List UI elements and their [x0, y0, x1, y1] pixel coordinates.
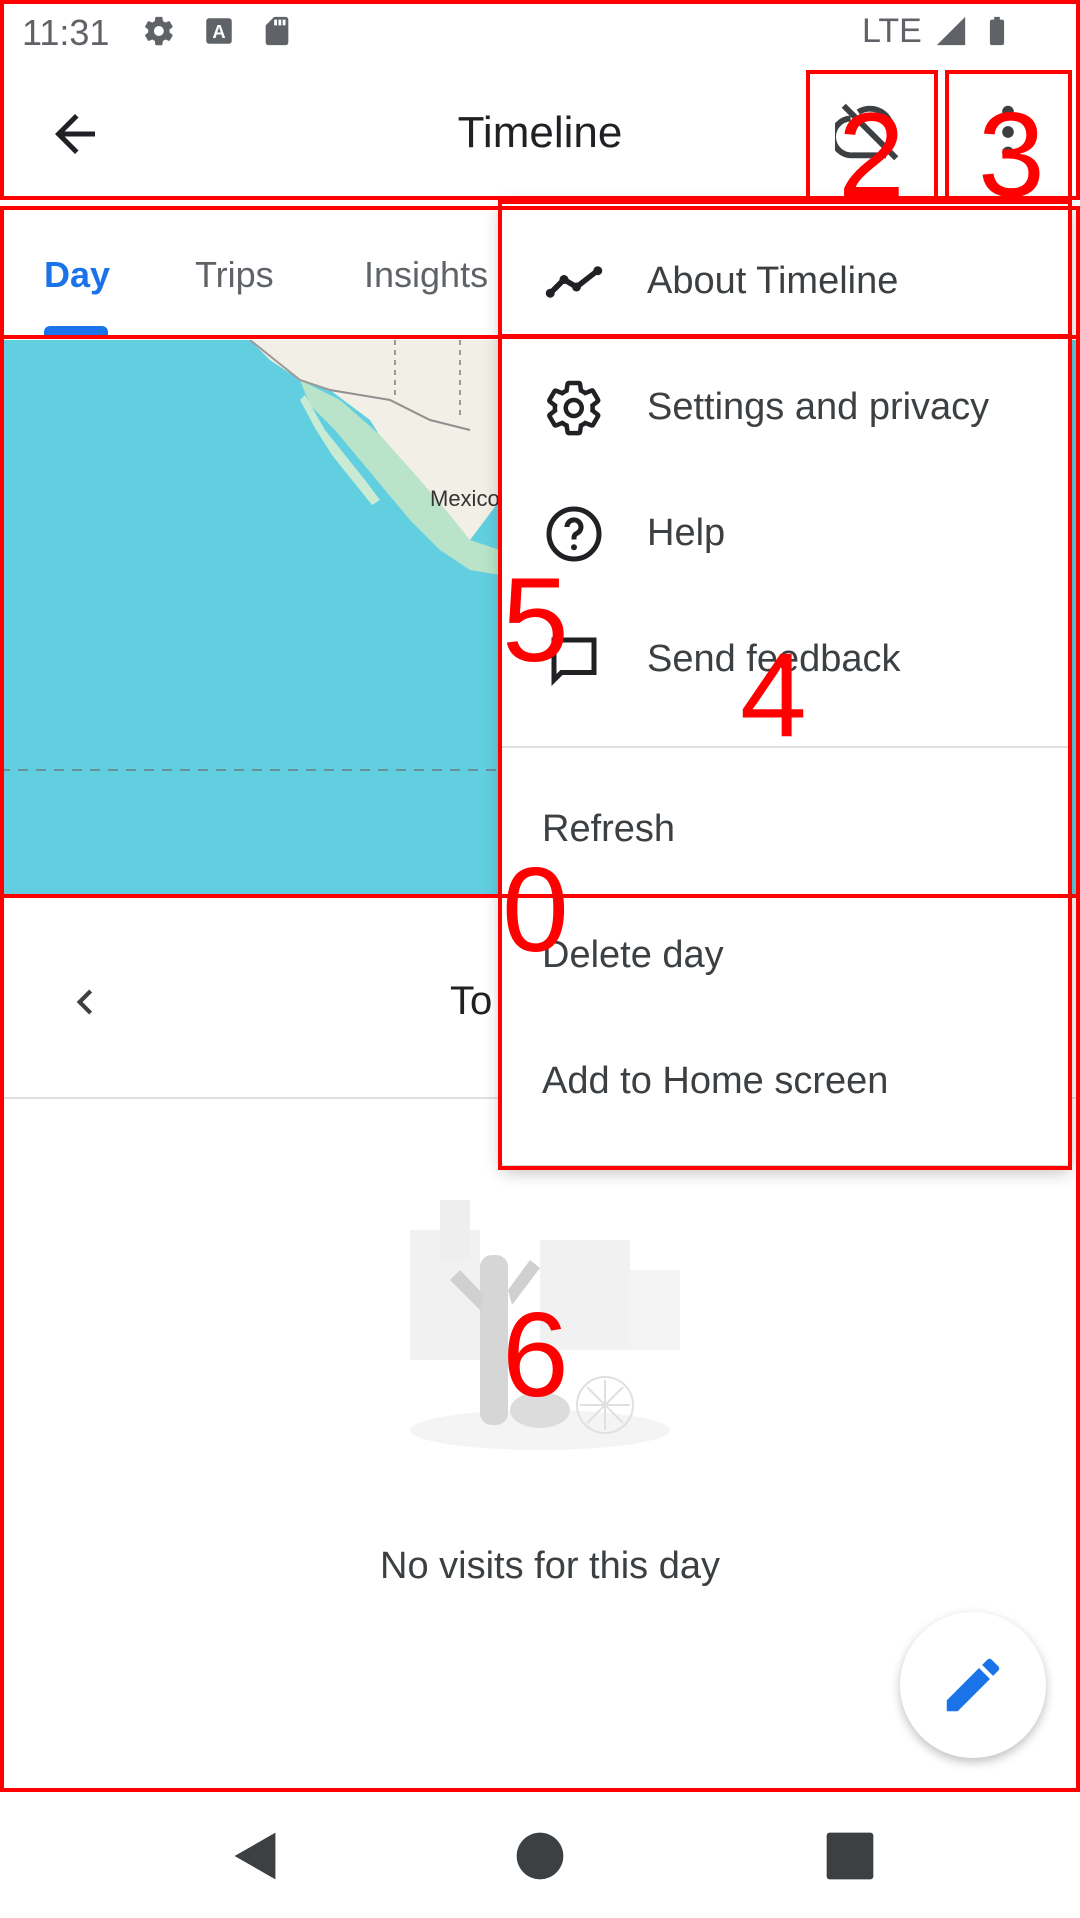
- menu-item-settings-privacy[interactable]: Settings and privacy: [502, 348, 1070, 468]
- annotation-label: 4: [740, 628, 807, 762]
- menu-item-label: Settings and privacy: [647, 386, 990, 428]
- app-bar: Timeline: [0, 64, 1080, 198]
- menu-item-about-timeline[interactable]: About Timeline: [502, 222, 1070, 342]
- active-tab-indicator: [44, 326, 108, 336]
- status-bar: 11:31 A LTE: [0, 0, 1080, 64]
- signal-icon: [936, 16, 966, 46]
- network-type: LTE: [862, 12, 922, 50]
- tab-trips[interactable]: Trips: [195, 254, 274, 296]
- annotation-label: 5: [502, 553, 569, 687]
- system-nav-bar: [0, 1793, 1080, 1918]
- annotation-label: 3: [978, 88, 1045, 222]
- nav-back-icon[interactable]: [220, 1821, 290, 1891]
- map-place-label: Mexico: [430, 486, 500, 511]
- chevron-left-icon[interactable]: [60, 957, 110, 1047]
- annotation-label: 0: [502, 843, 569, 977]
- empty-state-message: No visits for this day: [380, 1545, 720, 1587]
- menu-item-refresh[interactable]: Refresh: [502, 770, 1070, 890]
- menu-item-add-home-screen[interactable]: Add to Home screen: [502, 1022, 1070, 1142]
- tab-day[interactable]: Day: [44, 254, 110, 296]
- date-label[interactable]: To: [450, 979, 492, 1024]
- settings-status-icon: [145, 16, 173, 46]
- nav-home-icon[interactable]: [505, 1821, 575, 1891]
- nav-recents-icon[interactable]: [815, 1821, 885, 1891]
- menu-item-label: Delete day: [542, 934, 724, 976]
- tab-insights[interactable]: Insights: [364, 254, 488, 296]
- pencil-icon: [946, 1658, 1000, 1712]
- annotation-label: 2: [838, 88, 905, 222]
- menu-item-label: Help: [647, 512, 726, 554]
- sd-card-icon: [265, 16, 289, 46]
- menu-item-label: About Timeline: [647, 260, 899, 302]
- status-time: 11:31: [22, 12, 110, 53]
- annotation-label: 6: [502, 1288, 569, 1422]
- menu-item-label: Add to Home screen: [542, 1060, 889, 1102]
- text-a-icon: A: [206, 18, 232, 44]
- menu-item-delete-day[interactable]: Delete day: [502, 896, 1070, 1016]
- timeline-trend-icon: [545, 266, 603, 298]
- menu-item-help[interactable]: Help: [502, 474, 1070, 594]
- gear-icon: [547, 380, 601, 436]
- svg-text:A: A: [212, 21, 225, 42]
- edit-fab[interactable]: [900, 1612, 1046, 1758]
- battery-icon: [989, 16, 1005, 46]
